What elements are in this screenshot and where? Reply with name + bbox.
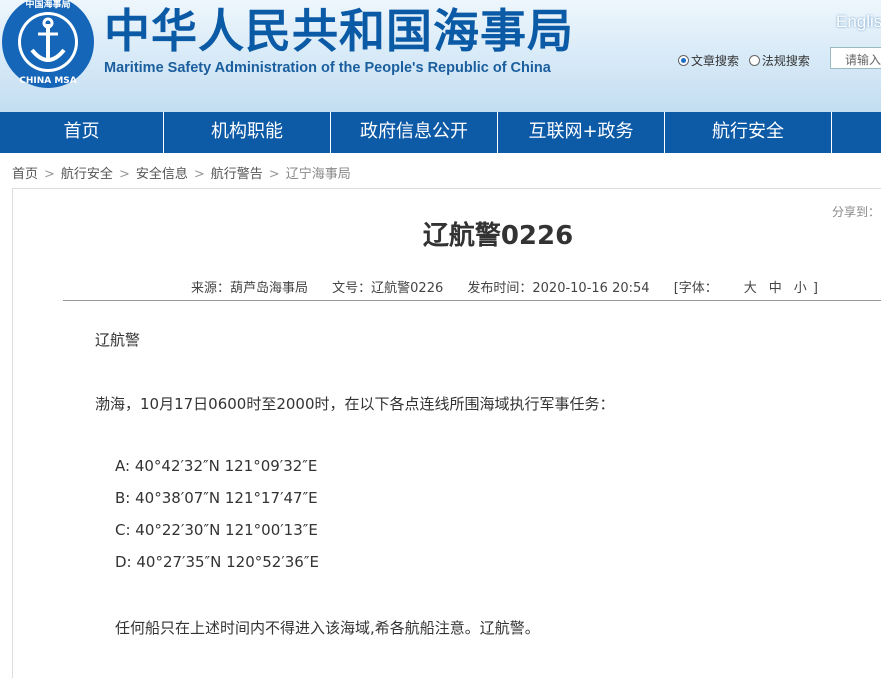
breadcrumb-separator-icon: > <box>268 167 280 182</box>
font-size-small[interactable]: 小 <box>794 281 807 296</box>
search-options: 文章搜索 法规搜索 <box>678 52 816 69</box>
search-option-article[interactable]: 文章搜索 <box>678 54 739 68</box>
font-size-large[interactable]: 大 <box>744 281 757 296</box>
nav-item-nav-safety[interactable]: 航行安全 <box>665 112 832 153</box>
font-size-controls: [字体： 大中小] <box>674 281 838 296</box>
coordinate-point-a: A: 40°42′32″N 121°09′32″E <box>115 457 318 475</box>
article-container <box>12 188 881 678</box>
logo-text-top: 中国海事局 <box>25 0 70 10</box>
breadcrumb: 首页 > 航行安全 > 安全信息 > 航行警告 > 辽宁海事局 <box>12 163 351 182</box>
article-doc-no: 文号：辽航警0226 <box>332 281 444 296</box>
coordinate-point-d: D: 40°27′35″N 120°52′36″E <box>115 553 319 571</box>
coordinate-point-b: B: 40°38′07″N 121°17′47″E <box>115 489 318 507</box>
nav-item-internet-gov[interactable]: 互联网+政务 <box>498 112 665 153</box>
search-option-article-label: 文章搜索 <box>691 54 740 68</box>
nav-item-home[interactable]: 首页 <box>0 112 164 153</box>
breadcrumb-separator-icon: > <box>44 167 55 182</box>
english-link[interactable]: English <box>836 12 881 32</box>
article-meta: 来源：葫芦岛海事局 文号：辽航警0226 发布时间：2020-10-16 20:… <box>191 277 858 296</box>
nav-item-gov-info[interactable]: 政府信息公开 <box>331 112 498 153</box>
meta-divider <box>63 300 881 301</box>
radio-checked-icon[interactable] <box>678 55 689 66</box>
font-size-label: [字体： <box>673 281 718 296</box>
msa-logo[interactable]: 中国海事局 CHINA MSA <box>0 0 96 90</box>
radio-unchecked-icon[interactable] <box>748 55 760 66</box>
nav-item-next[interactable]: 互 <box>832 112 881 153</box>
search-option-law[interactable]: 法规搜索 <box>748 54 810 68</box>
logo-text-bottom: CHINA MSA <box>19 76 77 86</box>
breadcrumb-separator-icon: > <box>193 167 205 182</box>
font-size-close: ] <box>812 281 818 296</box>
breadcrumb-safety-info[interactable]: 安全信息 <box>136 167 188 182</box>
breadcrumb-home[interactable]: 首页 <box>12 167 38 182</box>
coordinate-point-c: C: 40°22′30″N 121°00′13″E <box>115 521 318 539</box>
site-title-en: Maritime Safety Administration of the Pe… <box>104 60 551 76</box>
article-intro: 渤海，10月17日0600时至2000时，在以下各点连线所围海域执行军事任务： <box>95 395 615 413</box>
breadcrumb-separator-icon: > <box>118 167 130 182</box>
site-header: 中国海事局 CHINA MSA 中华人民共和国海事局 Maritime Safe… <box>0 0 881 112</box>
breadcrumb-nav-warnings[interactable]: 航行警告 <box>211 167 263 182</box>
article-source: 来源：葫芦岛海事局 <box>191 281 309 296</box>
main-nav: 首页 机构职能 政府信息公开 互联网+政务 航行安全 互 <box>0 112 881 153</box>
article-heading: 辽航警 <box>95 331 141 349</box>
breadcrumb-current[interactable]: 辽宁海事局 <box>286 167 351 182</box>
breadcrumb-nav-safety[interactable]: 航行安全 <box>61 167 113 182</box>
search-input[interactable]: 请输入 <box>830 47 881 69</box>
site-title-cn: 中华人民共和国海事局 <box>104 4 574 58</box>
nav-item-functions[interactable]: 机构职能 <box>164 112 331 153</box>
article-title: 辽航警0226 <box>422 221 574 251</box>
article-closing: 任何船只在上述时间内不得进入该海域,希各航船注意。辽航警。 <box>115 619 540 637</box>
font-size-medium[interactable]: 中 <box>769 281 782 296</box>
search-option-law-label: 法规搜索 <box>761 54 810 68</box>
article-published: 发布时间：2020-10-16 20:54 <box>467 281 650 296</box>
